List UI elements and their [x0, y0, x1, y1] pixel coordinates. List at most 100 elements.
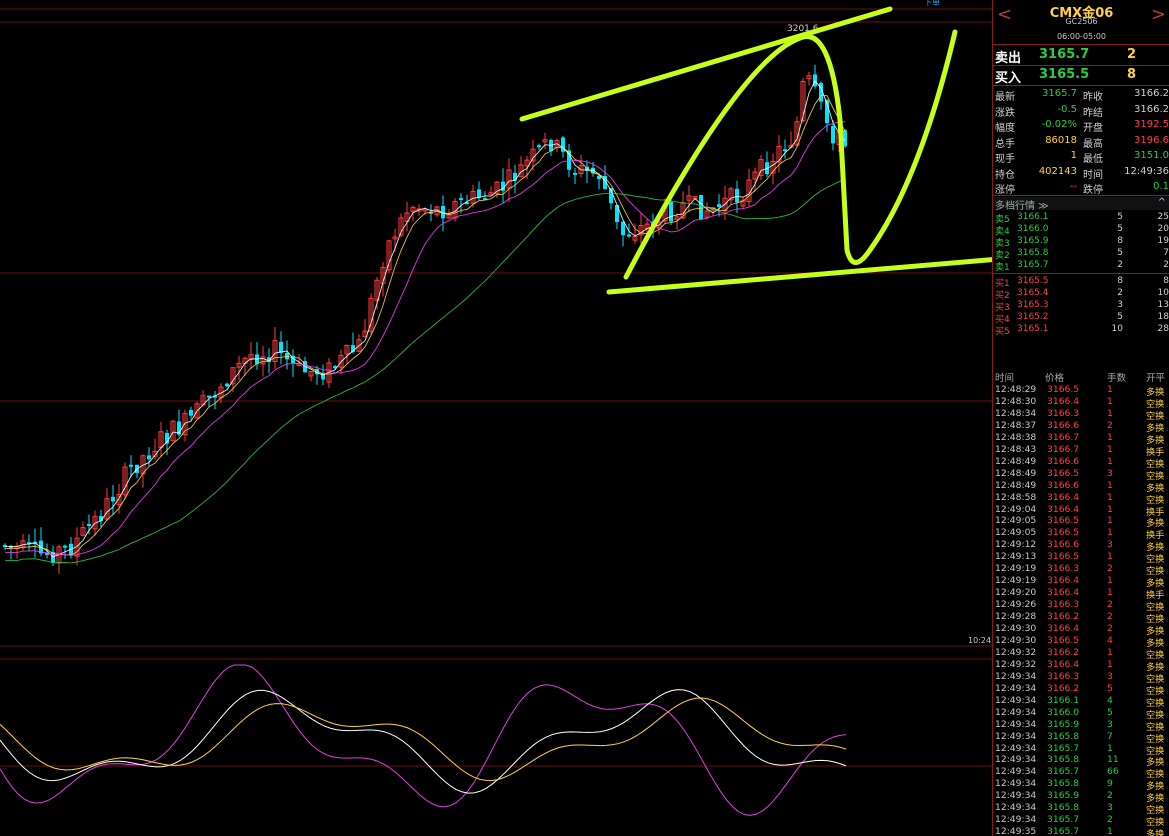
tick-qty: 4 [1107, 634, 1113, 646]
tick-qty: 66 [1107, 766, 1119, 778]
tick-row[interactable]: 12:48:43 3166.7 1 换手 [993, 443, 1169, 458]
tick-row[interactable]: 12:49:20 3166.4 1 换手 [993, 587, 1169, 601]
order-link[interactable]: 下单 [924, 0, 940, 8]
orderbook-price: 3165.3 [1017, 300, 1049, 310]
stat-row: 幅度 -0.02% 开盘 3192.5 [993, 119, 1169, 134]
tick-row[interactable]: 12:48:29 3166.5 1 多换 [993, 384, 1169, 398]
ticks-header-price: 价格 [1045, 373, 1065, 384]
tick-row[interactable]: 12:49:34 3165.9 3 空换 [993, 719, 1169, 733]
tick-row[interactable]: 12:49:30 3166.5 4 多换 [993, 634, 1169, 649]
tick-qty: 1 [1107, 431, 1113, 443]
tick-row[interactable]: 12:48:38 3166.7 1 多换 [993, 431, 1169, 446]
tick-row[interactable]: 12:48:49 3166.6 1 多换 [993, 480, 1169, 494]
orderbook-row[interactable]: 卖3 3165.9 8 19 [993, 236, 1169, 249]
tick-row[interactable]: 12:49:32 3166.4 1 多换 [993, 658, 1169, 673]
kline-chart-svg[interactable]: 3201.6 [0, 0, 992, 836]
tick-row[interactable]: 12:49:35 3165.7 1 多换 [993, 826, 1169, 836]
tick-row[interactable]: 12:49:34 3165.8 7 空换 [993, 731, 1169, 745]
collapse-icon[interactable]: ^ [1158, 197, 1166, 208]
tick-row[interactable]: 12:48:37 3166.6 2 多换 [993, 419, 1169, 434]
orderbook-row[interactable]: 买4 3165.2 5 18 [993, 312, 1169, 325]
stat-value: -0.5 [1057, 103, 1077, 115]
stat-value: 402143 [1038, 165, 1077, 177]
tick-row[interactable]: 12:48:30 3166.4 1 空换 [993, 396, 1169, 410]
orderbook-extra: 8 [1163, 276, 1169, 286]
tick-time: 12:48:37 [995, 419, 1037, 431]
orderbook-row[interactable]: 买3 3165.3 3 13 [993, 300, 1169, 313]
tick-row[interactable]: 12:49:19 3166.3 2 空换 [993, 563, 1169, 577]
tick-price: 3165.8 [1047, 754, 1080, 766]
tick-row[interactable]: 12:48:34 3166.3 1 空换 [993, 408, 1169, 422]
orderbook-row[interactable]: 卖2 3165.8 5 7 [993, 248, 1169, 261]
orderbook-header[interactable]: 多档行情 ≫ ^ [993, 197, 1169, 212]
tick-time: 12:49:19 [995, 575, 1037, 587]
orderbook-row[interactable]: 买2 3165.4 2 10 [993, 288, 1169, 301]
tick-row[interactable]: 12:49:26 3166.3 2 空换 [993, 599, 1169, 613]
tick-row[interactable]: 12:49:34 3165.8 11 多换 [993, 754, 1169, 768]
tick-row[interactable]: 12:49:34 3165.8 3 空换 [993, 802, 1169, 816]
tick-price: 3166.6 [1047, 539, 1080, 551]
tick-row[interactable]: 12:49:30 3166.4 2 多换 [993, 623, 1169, 637]
tick-time: 12:49:13 [995, 551, 1037, 563]
tick-row[interactable]: 12:49:34 3166.1 4 空换 [993, 695, 1169, 709]
tick-price: 3165.7 [1047, 766, 1080, 778]
tick-row[interactable]: 12:49:05 3166.5 1 换手 [993, 527, 1169, 541]
tick-time: 12:49:30 [995, 623, 1037, 634]
tick-row[interactable]: 12:48:49 3166.6 1 空换 [993, 456, 1169, 470]
tick-qty: 3 [1107, 467, 1113, 479]
orderbook-row[interactable]: 卖4 3166.0 5 20 [993, 224, 1169, 237]
tick-row[interactable]: 12:49:34 3166.0 5 空换 [993, 707, 1169, 721]
tick-price: 3166.7 [1047, 443, 1080, 455]
orderbook-row[interactable]: 买5 3165.1 10 28 [993, 324, 1169, 337]
symbol-code: GC2506 [1065, 17, 1098, 26]
tick-qty: 2 [1107, 599, 1113, 611]
tick-row[interactable]: 12:49:04 3166.4 1 换手 [993, 504, 1169, 518]
candle-body [147, 455, 151, 460]
stat-label: 现手 [995, 154, 1015, 165]
candle-body [717, 204, 721, 207]
tick-row[interactable]: 12:49:34 3166.3 3 空换 [993, 671, 1169, 685]
ticks-header-qty: 手数 [1107, 373, 1127, 384]
sell-price: 3165.7 [1039, 47, 1090, 62]
orderbook-title: 多档行情 ≫ [995, 201, 1049, 212]
tick-row[interactable]: 12:49:12 3166.6 3 多换 [993, 539, 1169, 553]
tick-row[interactable]: 12:49:34 3165.7 66 空换 [993, 766, 1169, 780]
tick-time: 12:49:05 [995, 527, 1037, 539]
tick-time: 12:48:38 [995, 431, 1037, 443]
sell-quote-row[interactable]: 卖出 3165.7 2 [993, 45, 1169, 66]
tick-row[interactable]: 12:49:13 3166.5 1 空换 [993, 551, 1169, 565]
tick-qty: 1 [1107, 658, 1113, 670]
candle-body [111, 496, 115, 502]
tick-row[interactable]: 12:49:32 3166.2 1 空换 [993, 646, 1169, 661]
tick-row[interactable]: 12:49:28 3166.2 2 空换 [993, 611, 1169, 625]
tick-row[interactable]: 12:49:19 3166.4 1 多换 [993, 575, 1169, 589]
tick-row[interactable]: 12:49:34 3165.7 2 空换 [993, 814, 1169, 828]
divider [993, 85, 1169, 86]
tick-qty: 2 [1107, 419, 1113, 431]
tick-row[interactable]: 12:49:34 3165.8 9 多换 [993, 778, 1169, 792]
candle-body [63, 545, 67, 548]
stat-label: 昨收 [1083, 92, 1103, 103]
buy-quote-row[interactable]: 买入 3165.5 8 [993, 65, 1169, 86]
tick-row[interactable]: 12:49:34 3166.2 5 空换 [993, 683, 1169, 697]
candle-body [783, 149, 787, 152]
tick-qty: 1 [1107, 491, 1113, 503]
tick-row[interactable]: 12:49:05 3166.5 1 多换 [993, 515, 1169, 529]
tick-row[interactable]: 12:48:49 3166.5 3 空换 [993, 467, 1169, 482]
kline-chart-area[interactable]: 3201.6 下单 10:24 [0, 0, 992, 836]
tick-price: 3166.2 [1047, 646, 1080, 658]
orderbook-price: 3165.2 [1017, 312, 1049, 322]
orderbook-row[interactable]: 卖5 3166.1 5 25 [993, 212, 1169, 225]
tick-time: 12:49:30 [995, 634, 1037, 646]
tick-row[interactable]: 12:49:34 3165.7 1 空换 [993, 743, 1169, 757]
tick-time: 12:48:43 [995, 443, 1037, 455]
orderbook-qty: 5 [1117, 312, 1123, 322]
orderbook-row[interactable]: 卖1 3165.7 2 2 [993, 260, 1169, 273]
ticks-header-time: 时间 [995, 373, 1015, 384]
tick-row[interactable]: 12:49:34 3165.9 2 多换 [993, 790, 1169, 804]
orderbook-qty: 8 [1117, 236, 1123, 246]
tick-qty: 2 [1107, 814, 1113, 826]
tick-row[interactable]: 12:48:58 3166.4 1 空换 [993, 491, 1169, 506]
orderbook-row[interactable]: 买1 3165.5 8 8 [993, 276, 1169, 289]
stat-label: 持仓 [995, 169, 1015, 181]
